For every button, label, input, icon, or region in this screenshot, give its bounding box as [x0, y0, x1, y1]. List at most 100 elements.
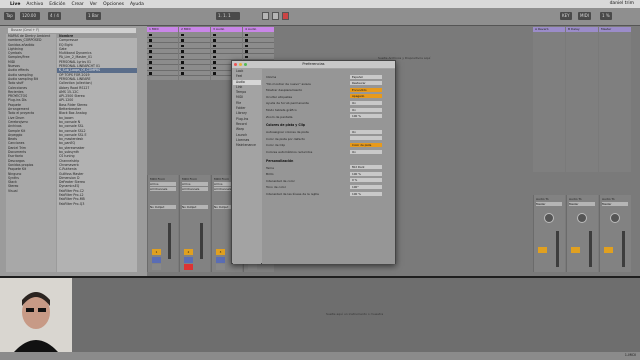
menu-opciones[interactable]: Opciones	[103, 2, 124, 7]
contents-item[interactable]: FabFilter Pro-Q3	[57, 202, 137, 206]
send-knob[interactable]	[610, 213, 620, 223]
audio-to-label: Audio To	[602, 197, 615, 201]
midi-map-button[interactable]: MIDI	[578, 12, 591, 20]
clip-slot-column	[147, 32, 178, 80]
track-activator-button[interactable]: 2	[184, 249, 193, 255]
pref-value[interactable]: Apagado	[350, 94, 382, 99]
volume-fader[interactable]	[200, 223, 203, 259]
volume-fader[interactable]	[168, 223, 171, 259]
track-activator-button[interactable]	[571, 247, 580, 253]
volume-fader[interactable]	[622, 231, 625, 267]
channel-select[interactable]: All Channels	[150, 187, 176, 191]
return-mixer: Audio To Master	[566, 195, 598, 272]
audio-to-label: Audio To	[569, 197, 582, 201]
close-icon[interactable]	[234, 63, 237, 66]
time-signature[interactable]: 4 / 4	[48, 12, 61, 20]
section-heading: Personalización	[266, 158, 294, 163]
person-image	[0, 278, 72, 352]
pref-value[interactable]: On	[350, 107, 382, 112]
track-mixer: 2 MIDI From All Ins All Channels No Output	[179, 175, 210, 272]
track-activator-button[interactable]	[538, 247, 547, 253]
volume-fader[interactable]	[556, 231, 559, 267]
output-select[interactable]: No Output	[182, 205, 208, 209]
pref-label: Tema	[266, 165, 274, 170]
send-knob[interactable]	[577, 213, 587, 223]
solo-button[interactable]	[184, 257, 193, 263]
input-select[interactable]: All Ins	[150, 182, 176, 186]
record-button[interactable]	[282, 12, 289, 20]
arm-button[interactable]	[216, 264, 225, 270]
pref-value[interactable]: 100 %	[350, 114, 382, 119]
audio-to-select[interactable]: Master	[536, 202, 562, 206]
track-activator-button[interactable]	[604, 247, 613, 253]
volume-fader[interactable]	[589, 231, 592, 267]
cpu-meter: 1 %	[600, 12, 612, 20]
pref-value[interactable]	[350, 136, 382, 141]
pref-label: Ayuda de Scrub permanente	[266, 101, 309, 106]
pref-value[interactable]: 100 %	[350, 171, 382, 176]
pref-value[interactable]: 100°	[350, 184, 382, 189]
zoom-icon[interactable]	[244, 63, 247, 66]
menu-ayuda[interactable]: Ayuda	[130, 2, 144, 7]
audio-to-select[interactable]: Master	[569, 202, 595, 206]
track-activator-button[interactable]: 3	[216, 249, 225, 255]
minimize-icon[interactable]	[239, 63, 242, 66]
stop-button[interactable]	[272, 12, 279, 20]
pref-value[interactable]: Mid Dark	[350, 165, 382, 170]
quantization-menu[interactable]: 1 Bar	[86, 12, 101, 20]
midi-from-label: MIDI From	[214, 177, 230, 181]
pref-value[interactable]: 100 %	[350, 191, 382, 196]
menu-archivo[interactable]: Archivo	[26, 2, 43, 7]
position-field[interactable]: 1. 1. 1	[216, 12, 240, 20]
return-mixer: Audio To Master	[533, 195, 565, 272]
menu-edicion[interactable]: Edición	[49, 2, 65, 7]
transport-bar: Tap 120.00 4 / 4 1 Bar 1. 1. 1 KEY MIDI …	[0, 8, 640, 26]
browser-contents: Nombre Compressor EQ Eight Gate Multiband D…	[57, 34, 137, 272]
pref-value[interactable]: Color de pista	[350, 142, 382, 147]
pref-value[interactable]: Restaurar	[350, 81, 382, 86]
arm-button[interactable]	[248, 264, 257, 270]
pref-value[interactable]: Encendido	[350, 87, 382, 92]
solo-button[interactable]	[152, 257, 161, 263]
output-select[interactable]: No Output	[150, 205, 176, 209]
tempo-field[interactable]: 120.00	[20, 12, 40, 20]
menu-ver[interactable]: Ver	[90, 2, 97, 7]
clip-slot[interactable]	[147, 71, 178, 76]
send-knob[interactable]	[544, 213, 554, 223]
tap-button[interactable]: Tap	[4, 12, 15, 20]
pref-label: Modo tablets gráfico	[266, 108, 297, 112]
pref-label: "No mostrar de nuevo" avisos	[266, 81, 311, 86]
solo-button[interactable]	[216, 257, 225, 263]
audio-to-select[interactable]: Master	[602, 202, 628, 206]
status-bar: 1-MIDI	[0, 352, 640, 360]
input-select[interactable]: All Ins	[182, 182, 208, 186]
midi-from-label: MIDI From	[182, 177, 198, 181]
play-button[interactable]	[262, 12, 269, 20]
key-map-button[interactable]: KEY	[560, 12, 572, 20]
pref-label: Intensidad de las líneas de la rejilla	[266, 192, 319, 196]
pref-value[interactable]: On	[350, 100, 382, 105]
return-mixer: Audio To Master	[599, 195, 631, 272]
pref-label: Zoom de pantalla	[266, 114, 293, 119]
pref-label: Mostrar desplazamiento	[266, 88, 303, 93]
clip-slot[interactable]	[179, 71, 210, 76]
pref-value[interactable]: On	[350, 129, 382, 134]
arm-button[interactable]	[152, 264, 161, 270]
return-slot-column	[566, 32, 598, 172]
pref-value[interactable]: Español	[350, 74, 382, 79]
status-track: 1-MIDI	[624, 353, 636, 357]
pref-value[interactable]: On	[350, 149, 382, 154]
browser-search[interactable]: Buscar (Cmd + F)	[8, 28, 136, 33]
return-slot-column	[599, 32, 631, 172]
audio-to-label: Audio To	[536, 197, 549, 201]
places-item[interactable]: Visual	[6, 189, 56, 193]
prefs-tab[interactable]: Maintenance	[233, 143, 261, 148]
arm-button[interactable]	[184, 264, 193, 270]
track-activator-button[interactable]: 1	[152, 249, 161, 255]
user-name[interactable]: daniel trim	[610, 1, 634, 6]
preferences-dialog: Preferencias Look Feel Audio Link Tempo MIDI F…	[231, 60, 396, 264]
channel-select[interactable]: All Channels	[182, 187, 208, 191]
menu-crear[interactable]: Crear	[72, 2, 84, 7]
pref-value[interactable]: 0 %	[350, 178, 382, 183]
app-menu[interactable]: Live	[10, 2, 20, 7]
